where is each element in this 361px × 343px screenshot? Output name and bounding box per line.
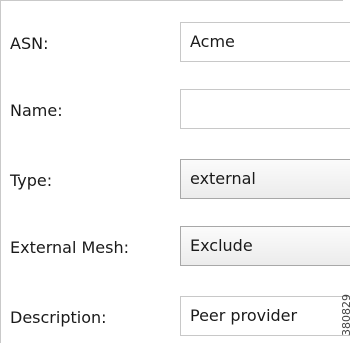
description-field[interactable]: Peer provider [180,296,350,336]
asn-row: ASN: Acme [1,22,350,66]
external-mesh-select[interactable]: Exclude [180,226,350,266]
figure-id-watermark: 380829 [340,294,353,336]
external-mesh-label: External Mesh: [10,238,129,257]
form-panel: ASN: Acme Name: Type: external External … [0,0,350,343]
asn-label: ASN: [10,34,49,53]
name-row: Name: [1,89,350,133]
name-field[interactable] [180,89,350,129]
description-label: Description: [10,308,107,327]
type-row: Type: external [1,159,350,203]
type-label: Type: [10,171,53,190]
external-mesh-row: External Mesh: Exclude [1,226,350,270]
type-select[interactable]: external [180,159,350,199]
name-label: Name: [10,101,63,120]
description-row: Description: Peer provider [1,296,350,340]
asn-field[interactable]: Acme [180,22,350,62]
